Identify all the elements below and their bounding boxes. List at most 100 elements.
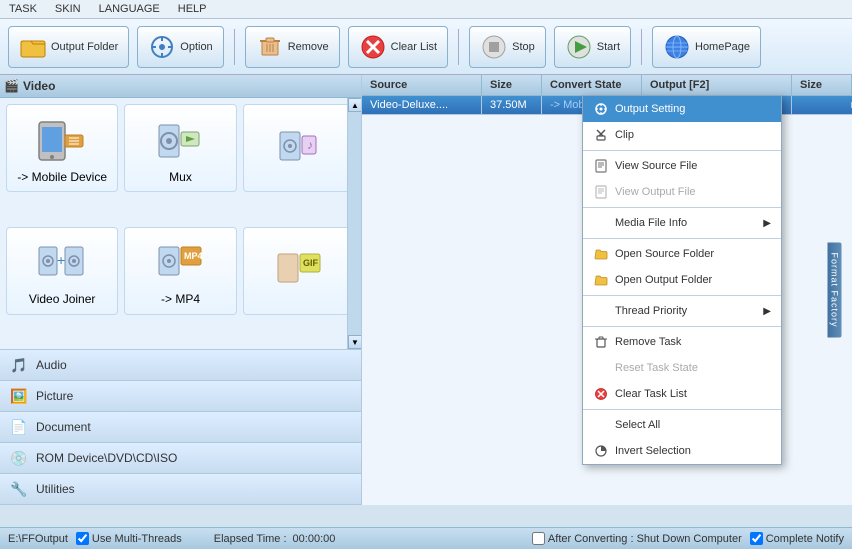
clear-list-label: Clear List	[391, 41, 437, 53]
picture-category-label: Picture	[36, 389, 73, 403]
multithreads-check[interactable]	[76, 532, 89, 545]
picture-category-icon: 🖼️	[10, 387, 28, 405]
complete-notify-check[interactable]	[750, 532, 763, 545]
ctx-sep6	[583, 409, 781, 410]
clip-icon	[593, 127, 609, 143]
ctx-view-output: View Output File	[583, 179, 781, 205]
svg-text:♪: ♪	[307, 138, 313, 152]
mp4-icon: MP4	[155, 239, 205, 292]
ctx-view-output-label: View Output File	[615, 186, 696, 198]
ctx-select-all[interactable]: Select All	[583, 412, 781, 438]
menu-skin[interactable]: SKIN	[52, 2, 84, 16]
output-path: E:\FFOutput	[8, 533, 68, 545]
grid-item-joiner[interactable]: + Video Joiner	[6, 227, 118, 315]
svg-text:GIF: GIF	[303, 258, 319, 268]
ctx-sep3	[583, 238, 781, 239]
audio-category-icon: 🎵	[10, 356, 28, 374]
ctx-reset-task-label: Reset Task State	[615, 362, 698, 374]
ctx-clip[interactable]: Clip	[583, 122, 781, 148]
start-button[interactable]: Start	[554, 26, 631, 68]
rom-category-icon: 💿	[10, 449, 28, 467]
clear-list-button[interactable]: Clear List	[348, 26, 448, 68]
invert-selection-icon	[593, 443, 609, 459]
ctx-output-setting[interactable]: Output Setting	[583, 96, 781, 122]
ctx-invert[interactable]: Invert Selection	[583, 438, 781, 464]
menu-language[interactable]: LANGUAGE	[96, 2, 163, 16]
left-panel: 🎬 Video -> Mobile Device	[0, 75, 362, 505]
grid-item-audio[interactable]: ♪	[243, 104, 355, 192]
reset-task-icon	[593, 360, 609, 376]
category-utilities[interactable]: 🔧 Utilities	[0, 474, 361, 505]
document-category-icon: 📄	[10, 418, 28, 436]
complete-notify-checkbox[interactable]: Complete Notify	[750, 532, 844, 545]
toolbar-sep2	[458, 29, 459, 65]
after-converting-checkbox[interactable]: After Converting : Shut Down Computer	[532, 532, 742, 545]
ctx-sep1	[583, 150, 781, 151]
menu-task[interactable]: TASK	[6, 2, 40, 16]
status-right: After Converting : Shut Down Computer Co…	[532, 532, 844, 545]
ctx-view-source[interactable]: View Source File	[583, 153, 781, 179]
ctx-sep5	[583, 326, 781, 327]
media-info-icon	[593, 215, 609, 231]
gif-icon: GIF	[274, 246, 324, 299]
output-folder-button[interactable]: Output Folder	[8, 26, 129, 68]
stop-button[interactable]: Stop	[469, 26, 546, 68]
scroll-up-button[interactable]: ▲	[348, 98, 361, 112]
after-converting-check[interactable]	[532, 532, 545, 545]
video-joiner-label: Video Joiner	[29, 292, 96, 306]
rom-category-label: ROM Device\DVD\CD\ISO	[36, 451, 177, 465]
menubar: TASK SKIN LANGUAGE HELP	[0, 0, 852, 19]
category-rom[interactable]: 💿 ROM Device\DVD\CD\ISO	[0, 443, 361, 474]
th-size2: Size	[792, 75, 852, 95]
toolbar: Output Folder Option Remove Clear List S…	[0, 19, 852, 75]
td-size2	[792, 102, 852, 108]
ctx-remove-task[interactable]: Remove Task	[583, 329, 781, 355]
grid-item-mux[interactable]: Mux	[124, 104, 236, 192]
use-multithreads-checkbox[interactable]: Use Multi-Threads	[76, 532, 182, 545]
mobile-device-icon	[37, 117, 87, 170]
th-output: Output [F2]	[642, 75, 792, 95]
category-document[interactable]: 📄 Document	[0, 412, 361, 443]
ctx-clear-task[interactable]: Clear Task List	[583, 381, 781, 407]
category-audio[interactable]: 🎵 Audio	[0, 350, 361, 381]
remove-button[interactable]: Remove	[245, 26, 340, 68]
start-icon	[565, 33, 593, 61]
ctx-invert-label: Invert Selection	[615, 445, 691, 457]
svg-text:MP4: MP4	[184, 251, 203, 261]
ctx-sep4	[583, 295, 781, 296]
mp4-label: -> MP4	[161, 292, 200, 306]
joiner-icon: +	[37, 239, 87, 292]
start-label: Start	[597, 41, 620, 53]
elapsed-section: Elapsed Time : 00:00:00	[214, 533, 336, 545]
ctx-thread-priority[interactable]: Thread Priority ▶	[583, 298, 781, 324]
grid-item-mobile[interactable]: -> Mobile Device	[6, 104, 118, 192]
after-converting-label: After Converting : Shut Down Computer	[548, 533, 742, 545]
ctx-open-output[interactable]: Open Output Folder	[583, 267, 781, 293]
grid-item-gif[interactable]: GIF	[243, 227, 355, 315]
output-folder-label: Output Folder	[51, 41, 118, 53]
grid-item-mp4[interactable]: MP4 -> MP4	[124, 227, 236, 315]
ctx-clear-task-label: Clear Task List	[615, 388, 687, 400]
menu-help[interactable]: HELP	[175, 2, 210, 16]
audio-icon: ♪	[274, 124, 324, 177]
table-header: Source Size Convert State Output [F2] Si…	[362, 75, 852, 96]
homepage-button[interactable]: HomePage	[652, 26, 761, 68]
th-size: Size	[482, 75, 542, 95]
scroll-down-button[interactable]: ▼	[348, 335, 361, 349]
toolbar-sep1	[234, 29, 235, 65]
ctx-thread-priority-label: Thread Priority	[615, 305, 687, 317]
statusbar: E:\FFOutput Use Multi-Threads Elapsed Ti…	[0, 527, 852, 549]
open-source-icon	[593, 246, 609, 262]
ctx-open-source[interactable]: Open Source Folder	[583, 241, 781, 267]
ctx-view-source-label: View Source File	[615, 160, 697, 172]
output-setting-icon	[593, 101, 609, 117]
thread-priority-arrow: ▶	[763, 306, 771, 317]
category-picture[interactable]: 🖼️ Picture	[0, 381, 361, 412]
ctx-sep2	[583, 207, 781, 208]
ctx-media-info[interactable]: Media File Info ▶	[583, 210, 781, 236]
mobile-device-label: -> Mobile Device	[17, 170, 107, 184]
ctx-output-setting-label: Output Setting	[615, 103, 685, 115]
option-button[interactable]: Option	[137, 26, 223, 68]
folder-icon	[19, 33, 47, 61]
ctx-open-output-label: Open Output Folder	[615, 274, 712, 286]
